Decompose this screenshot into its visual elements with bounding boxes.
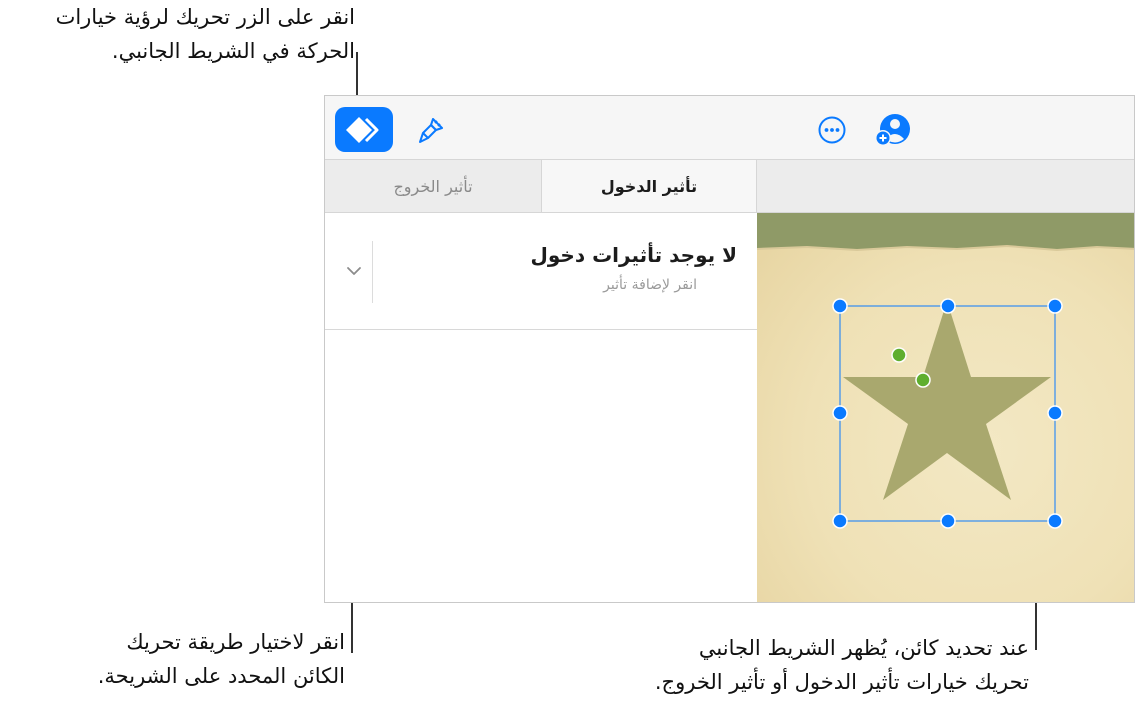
tab-bar: تأثير الخروج تأثير الدخول [325, 160, 1134, 213]
row-divider [372, 241, 373, 303]
resize-handle[interactable] [832, 405, 848, 421]
toolbar [325, 96, 1134, 160]
callout-sidebar: عند تحديد كائن، يُظهر الشريط الجانبي تحر… [655, 631, 1029, 699]
shape-adjust-handle[interactable] [891, 347, 907, 363]
resize-handle[interactable] [940, 513, 956, 529]
shape-adjust-handle[interactable] [915, 372, 931, 388]
chevron-down-icon[interactable] [342, 263, 366, 279]
app-window: تأثير الخروج تأثير الدخول لا يوجد تأثيرا… [324, 95, 1135, 603]
slide-canvas[interactable] [757, 213, 1134, 602]
leader-line [356, 52, 358, 100]
effect-title: لا يوجد تأثيرات دخول [530, 243, 737, 267]
callout-animate-button: انقر على الزر تحريك لرؤية خيارات الحركة … [56, 0, 355, 68]
animate-button[interactable] [335, 107, 393, 152]
paintbrush-icon [419, 118, 443, 143]
callout-line: انقر لاختيار طريقة تحريك [126, 630, 345, 654]
add-person-icon [875, 114, 910, 146]
tab-exit-effect[interactable]: تأثير الخروج [325, 160, 541, 212]
star-shape[interactable] [843, 301, 1051, 500]
tab-bar-filler [757, 160, 1134, 212]
callout-line: الحركة في الشريط الجانبي. [111, 39, 355, 63]
ellipsis-circle-icon [818, 116, 846, 144]
resize-handle[interactable] [832, 513, 848, 529]
collaborate-button[interactable] [873, 110, 913, 150]
resize-handle[interactable] [1047, 298, 1063, 314]
resize-handle[interactable] [832, 298, 848, 314]
tab-entry-effect[interactable]: تأثير الدخول [541, 160, 757, 212]
slide-content [757, 213, 1134, 529]
resize-handle[interactable] [1047, 405, 1063, 421]
callout-line: انقر على الزر تحريك لرؤية خيارات [55, 5, 355, 29]
callout-chevron: انقر لاختيار طريقة تحريك الكائن المحدد ع… [98, 625, 345, 693]
entry-effect-row[interactable]: لا يوجد تأثيرات دخول انقر لإضافة تأثير [325, 213, 757, 330]
resize-handle[interactable] [940, 298, 956, 314]
animate-sidebar: لا يوجد تأثيرات دخول انقر لإضافة تأثير [325, 213, 757, 602]
slide-header-strip [757, 213, 1134, 250]
callout-line: الكائن المحدد على الشريحة. [97, 664, 345, 688]
callout-line: تحريك خيارات تأثير الدخول أو تأثير الخرو… [654, 670, 1029, 694]
effect-subtitle: انقر لإضافة تأثير [603, 277, 697, 293]
animate-diamond-icon [346, 116, 379, 143]
resize-handle[interactable] [1047, 513, 1063, 529]
more-options-button[interactable] [815, 113, 849, 147]
format-button[interactable] [413, 112, 449, 148]
callout-line: عند تحديد كائن، يُظهر الشريط الجانبي [698, 636, 1029, 660]
